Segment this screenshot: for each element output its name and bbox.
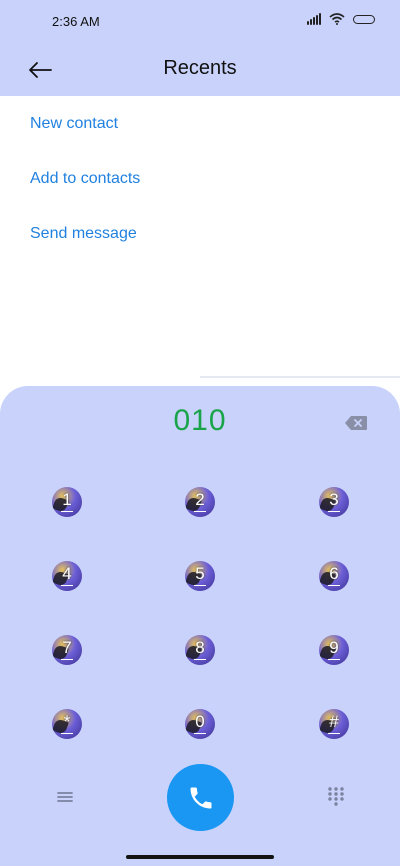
send-message-button[interactable]: Send message	[0, 206, 400, 261]
key-underline	[194, 585, 206, 586]
key-digit: 9	[329, 638, 339, 657]
battery-icon	[353, 14, 375, 24]
key-underline	[328, 659, 340, 660]
new-contact-button[interactable]: New contact	[0, 96, 400, 151]
key-underline	[61, 733, 73, 734]
key-digit: 1	[62, 490, 72, 509]
dialer-panel: 010 1 2 3 4 5 6 7 8 9 * 0 #	[0, 386, 400, 866]
key-underline	[194, 659, 206, 660]
dialed-number[interactable]: 010	[0, 404, 400, 438]
keypad-toggle-button[interactable]	[326, 786, 346, 806]
key-digit: 3	[329, 490, 339, 509]
phone-icon	[190, 787, 211, 808]
call-button[interactable]	[167, 764, 234, 831]
key-underline	[328, 733, 340, 734]
page-title: Recents	[163, 57, 237, 79]
menu-icon	[57, 792, 73, 802]
key-underline	[61, 585, 73, 586]
key-3[interactable]: 3	[319, 487, 349, 517]
key-underline	[61, 659, 73, 660]
key-underline	[328, 585, 340, 586]
key-digit: 4	[62, 564, 72, 583]
status-bar: 2:36 AM	[0, 0, 400, 44]
key-8[interactable]: 8	[185, 635, 215, 665]
key-0[interactable]: 0	[185, 709, 215, 739]
key-digit: 0	[195, 712, 205, 731]
key-underline	[194, 511, 206, 512]
action-list: New contact Add to contacts Send message	[0, 96, 400, 261]
wifi-icon	[329, 13, 345, 25]
status-icons	[307, 13, 375, 25]
key-6[interactable]: 6	[319, 561, 349, 591]
key-digit: 5	[195, 564, 205, 583]
menu-button[interactable]	[54, 788, 76, 806]
dialpad-icon	[328, 787, 344, 806]
add-to-contacts-button[interactable]: Add to contacts	[0, 151, 400, 206]
key-4[interactable]: 4	[52, 561, 82, 591]
app-bar: Recents	[0, 44, 400, 96]
key-star[interactable]: *	[52, 709, 82, 739]
key-hash[interactable]: #	[319, 709, 349, 739]
key-digit: *	[63, 712, 71, 731]
key-9[interactable]: 9	[319, 635, 349, 665]
dialer-bottom-row	[0, 764, 400, 832]
key-underline	[328, 511, 340, 512]
key-digit: #	[329, 712, 339, 731]
signal-icon	[307, 13, 321, 25]
key-underline	[61, 511, 73, 512]
key-5[interactable]: 5	[185, 561, 215, 591]
key-digit: 7	[62, 638, 72, 657]
key-2[interactable]: 2	[185, 487, 215, 517]
key-digit: 2	[195, 490, 205, 509]
key-underline	[194, 733, 206, 734]
key-1[interactable]: 1	[52, 487, 82, 517]
home-indicator[interactable]	[126, 855, 274, 859]
status-time: 2:36 AM	[52, 14, 100, 29]
key-7[interactable]: 7	[52, 635, 82, 665]
key-digit: 8	[195, 638, 205, 657]
backspace-icon	[345, 416, 367, 430]
key-digit: 6	[329, 564, 339, 583]
backspace-button[interactable]	[344, 415, 368, 431]
dialer-drag-handle	[200, 376, 400, 378]
